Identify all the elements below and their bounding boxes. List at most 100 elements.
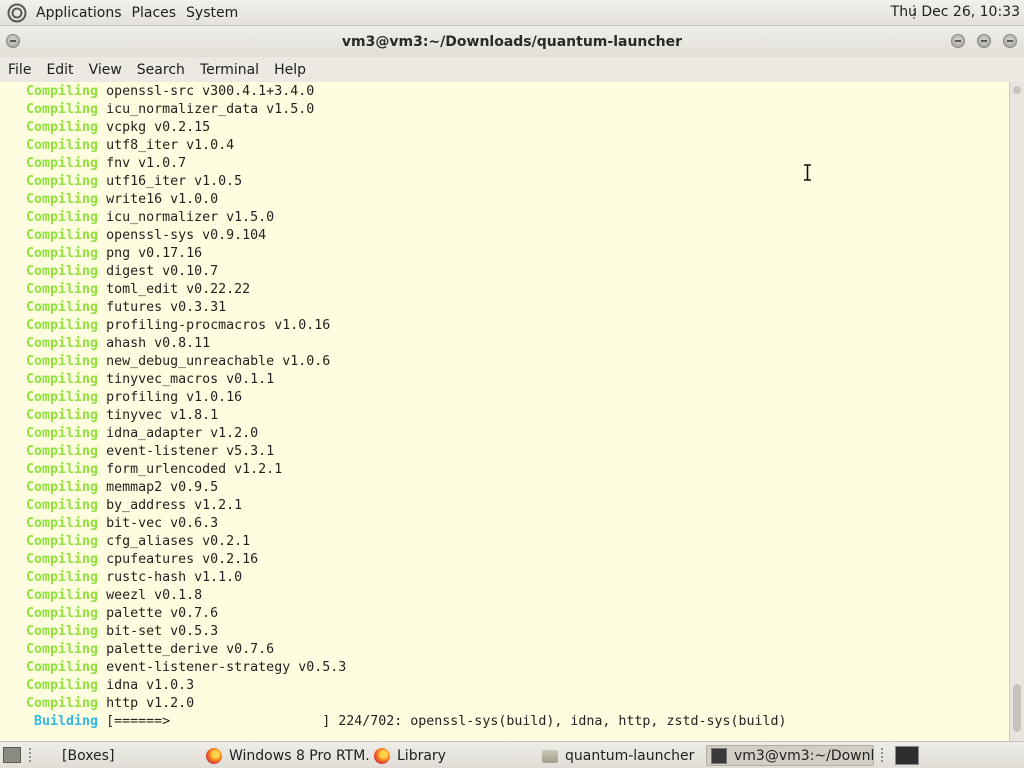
terminal-line: Compiling icu_normalizer_data v1.5.0 [26,101,787,119]
terminal-line: Compiling rustc-hash v1.1.0 [26,569,787,587]
panel-grip-handle[interactable] [880,747,884,764]
menu-search[interactable]: Search [129,62,192,78]
top-panel: Applications Places System Thu Dec 26, 1… [0,0,1024,26]
compiling-keyword: Compiling [26,138,99,153]
crate-name: openssl-sys v0.9.104 [106,228,267,243]
menu-view[interactable]: View [81,62,129,78]
compiling-keyword: Compiling [26,192,99,207]
maximize-button[interactable] [977,34,991,48]
compiling-keyword: Compiling [26,318,99,333]
terminal-line: Compiling idna v1.0.3 [26,677,787,695]
crate-name: event-listener-strategy v0.5.3 [106,660,347,675]
compiling-keyword: Compiling [26,210,99,225]
menubar: File Edit View Search Terminal Help [0,57,1024,82]
compiling-keyword: Compiling [26,588,99,603]
task-label: vm3@vm3:~/Downl... [734,747,874,764]
crate-name: bit-set v0.5.3 [106,624,219,639]
compiling-keyword: Compiling [26,228,99,243]
compiling-keyword: Compiling [26,174,99,189]
crate-name: vcpkg v0.2.15 [106,120,211,135]
scroll-up-button[interactable] [1013,86,1021,94]
terminal-line: Compiling ahash v0.8.11 [26,335,787,353]
firefox-icon [374,747,390,764]
compiling-keyword: Compiling [26,264,99,279]
text-cursor-icon [804,164,811,181]
compiling-keyword: Compiling [26,462,99,477]
crate-name: cpufeatures v0.2.16 [106,552,259,567]
menu-help[interactable]: Help [266,62,313,78]
show-desktop-icon[interactable] [3,747,21,763]
crate-name: by_address v1.2.1 [106,498,243,513]
window-titlebar[interactable]: vm3@vm3:~/Downloads/quantum-launcher [0,26,1024,57]
menu-file[interactable]: File [0,62,38,78]
compiling-keyword: Compiling [26,498,99,513]
minimize-button[interactable] [951,34,965,48]
crate-name: utf8_iter v1.0.4 [106,138,235,153]
terminal-launcher-icon[interactable] [895,746,919,765]
task-windows-8[interactable]: Windows 8 Pro RTM... [202,745,370,766]
menu-terminal[interactable]: Terminal [192,62,266,78]
crate-name: fnv v1.0.7 [106,156,187,171]
compiling-keyword: Compiling [26,696,99,711]
terminal-line: Compiling futures v0.3.31 [26,299,787,317]
terminal-line: Compiling cfg_aliases v0.2.1 [26,533,787,551]
crate-name: event-listener v5.3.1 [106,444,275,459]
places-menu[interactable]: Places [127,5,182,21]
panel-grip-handle[interactable] [28,747,32,764]
compiling-keyword: Compiling [26,408,99,423]
crate-name: form_urlencoded v1.2.1 [106,462,283,477]
compiling-keyword: Compiling [26,678,99,693]
terminal-lines: Compiling openssl-src v300.4.1+3.4.0 Comp… [26,83,787,731]
task-terminal[interactable]: vm3@vm3:~/Downl... [706,745,874,766]
task-quantum-launcher[interactable]: quantum-launcher [538,745,704,766]
terminal-line: Compiling toml_edit v0.22.22 [26,281,787,299]
window-title: vm3@vm3:~/Downloads/quantum-launcher [341,34,683,50]
building-keyword: Building [34,714,99,729]
crate-name: rustc-hash v1.1.0 [106,570,243,585]
applications-menu[interactable]: Applications [31,5,127,21]
compiling-keyword: Compiling [26,444,99,459]
crate-name: profiling-procmacros v1.0.16 [106,318,331,333]
crate-name: memmap2 v0.9.5 [106,480,219,495]
task-label: Windows 8 Pro RTM... [229,747,370,764]
scroll-thumb[interactable] [1013,684,1021,732]
compiling-keyword: Compiling [26,84,99,99]
terminal-line: Compiling event-listener-strategy v0.5.3 [26,659,787,677]
compiling-keyword: Compiling [26,246,99,261]
debian-logo-icon[interactable] [7,3,27,23]
system-menu[interactable]: System [181,5,243,21]
task-label: quantum-launcher [565,747,695,764]
firefox-icon [206,747,222,764]
compiling-keyword: Compiling [26,552,99,567]
terminal-line: Compiling icu_normalizer v1.5.0 [26,209,787,227]
compiling-keyword: Compiling [26,156,99,171]
crate-name: ahash v0.8.11 [106,336,211,351]
menu-edit[interactable]: Edit [38,62,80,78]
task-library[interactable]: Library [370,745,536,766]
terminal-output[interactable]: Compiling openssl-src v300.4.1+3.4.0 Comp… [0,82,1009,741]
build-status: [======> ] 224/702: openssl-sys(build), … [106,714,787,729]
crate-name: icu_normalizer v1.5.0 [106,210,275,225]
crate-name: write16 v1.0.0 [106,192,219,207]
terminal-line: Compiling fnv v1.0.7 [26,155,787,173]
crate-name: toml_edit v0.22.22 [106,282,251,297]
task-label: [Boxes] [62,747,115,764]
terminal-icon [711,747,727,764]
terminal-line: Compiling idna_adapter v1.2.0 [26,425,787,443]
close-button[interactable] [1003,34,1017,48]
compiling-keyword: Compiling [26,372,99,387]
terminal-line: Compiling by_address v1.2.1 [26,497,787,515]
crate-name: tinyvec_macros v0.1.1 [106,372,275,387]
terminal-line: Compiling cpufeatures v0.2.16 [26,551,787,569]
task-label: Library [397,747,446,764]
compiling-keyword: Compiling [26,624,99,639]
task-boxes[interactable]: [Boxes] [58,745,198,766]
terminal-line: Compiling write16 v1.0.0 [26,191,787,209]
compiling-keyword: Compiling [26,606,99,621]
terminal-scrollbar[interactable] [1009,82,1024,741]
clock[interactable]: Thu Dec 26, 10:33 [891,4,1020,20]
crate-name: utf16_iter v1.0.5 [106,174,243,189]
compiling-keyword: Compiling [26,390,99,405]
terminal-line: Compiling vcpkg v0.2.15 [26,119,787,137]
crate-name: palette v0.7.6 [106,606,219,621]
